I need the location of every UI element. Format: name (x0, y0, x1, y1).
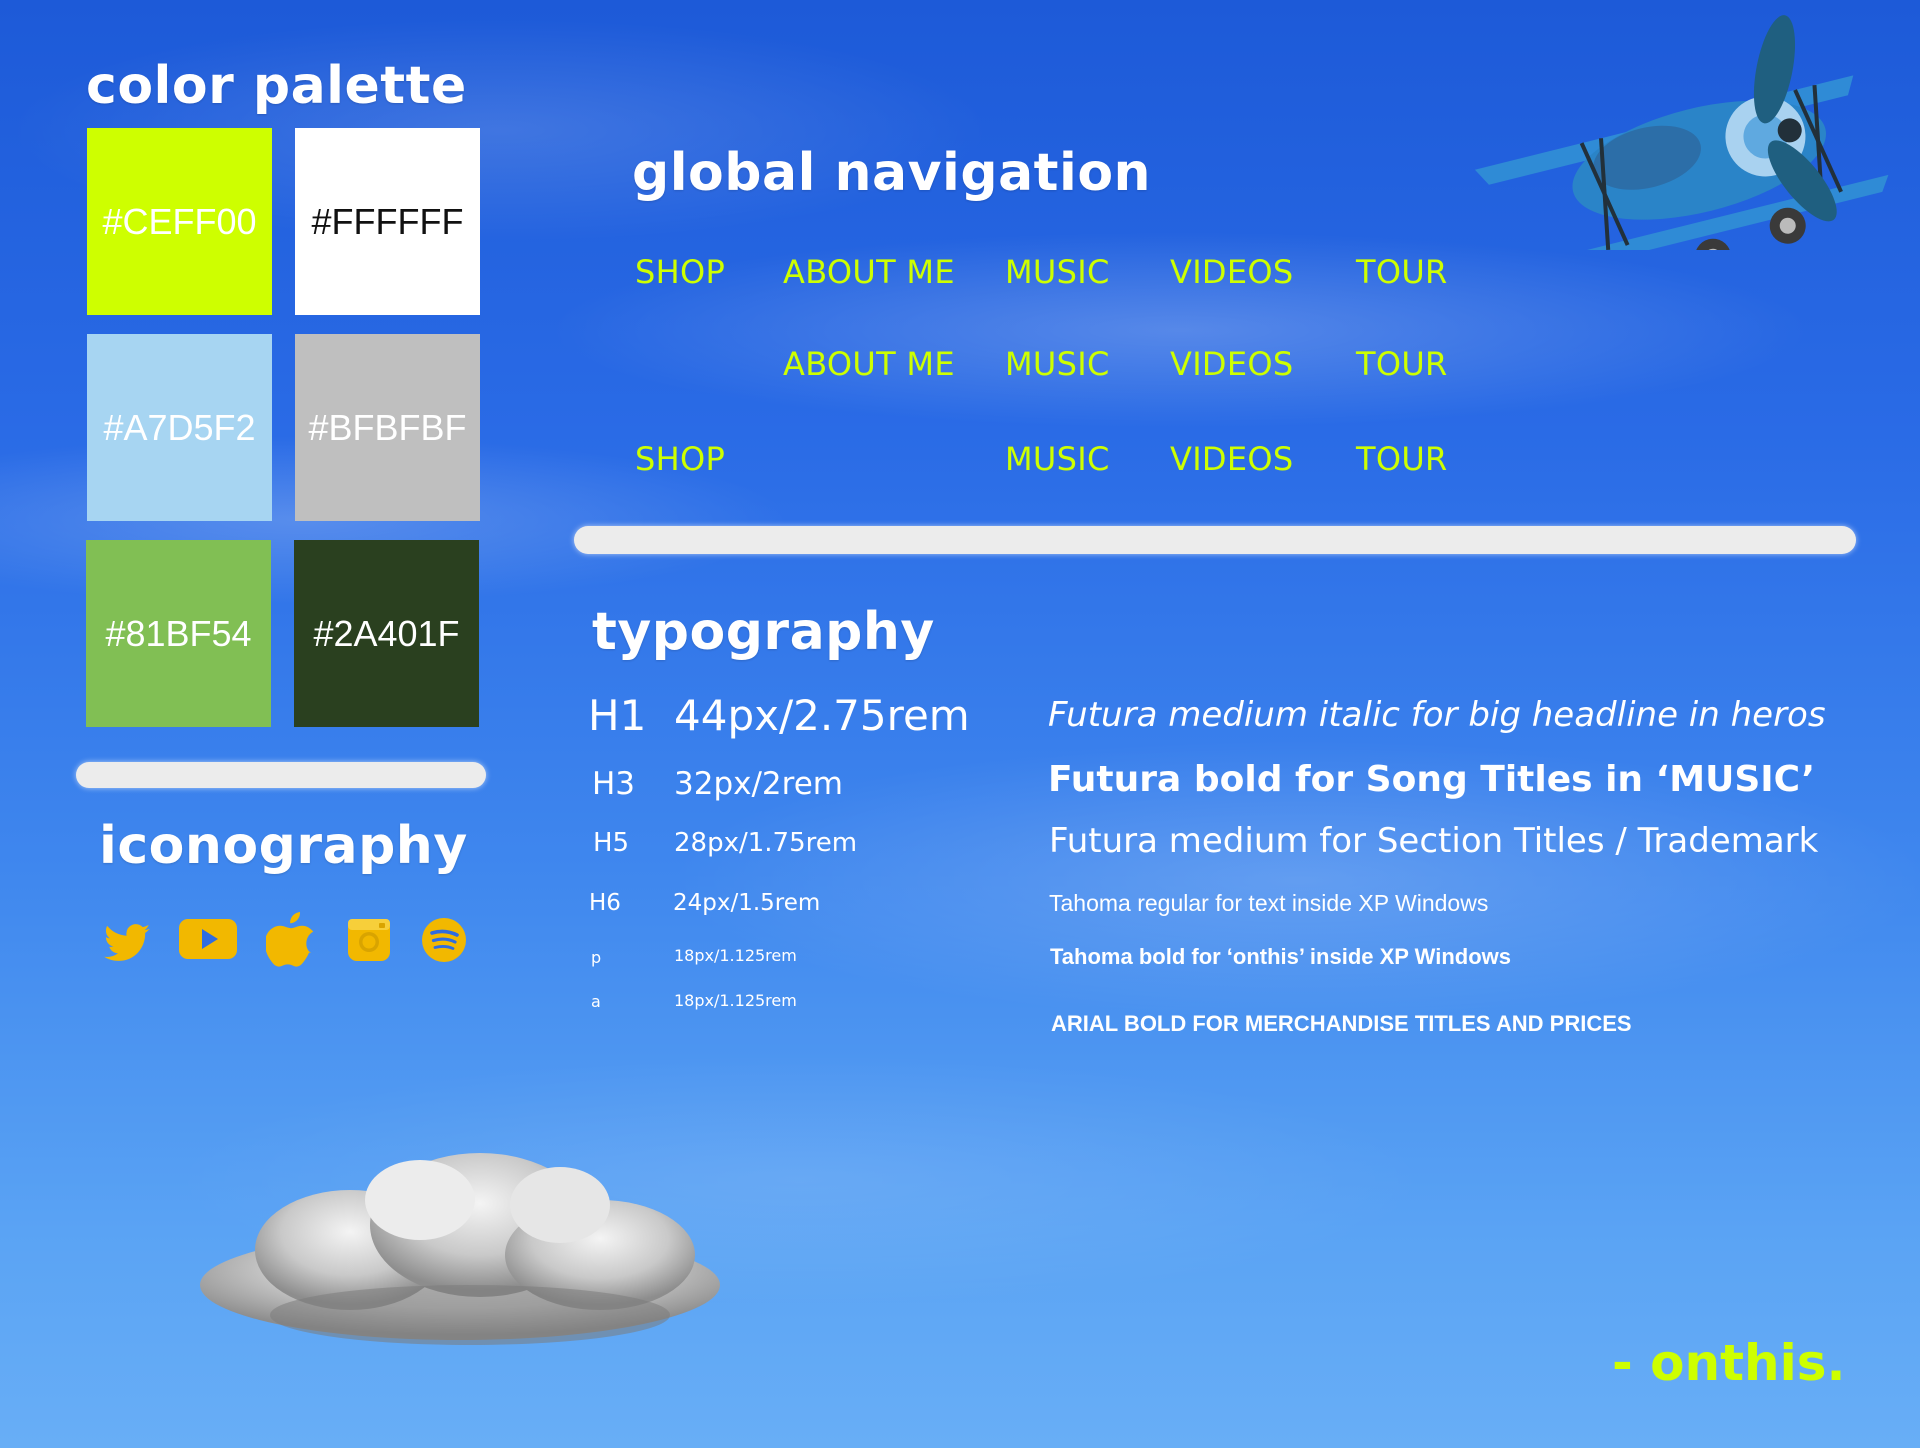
youtube-icon[interactable] (178, 916, 238, 962)
nav-about-me[interactable]: ABOUT ME (783, 348, 955, 380)
nav-music[interactable]: MUSIC (1005, 348, 1110, 380)
nav-music[interactable]: MUSIC (1005, 443, 1110, 475)
type-size-h6: 24px/1.5rem (673, 890, 821, 916)
cloud-illustration (180, 1140, 740, 1370)
type-size-h1: 44px/2.75rem (674, 691, 970, 740)
type-tag-h1: H1 (588, 691, 647, 740)
type-tag-p: p (591, 948, 602, 967)
nav-music[interactable]: MUSIC (1005, 256, 1110, 288)
swatch-label: #BFBFBF (308, 406, 467, 448)
palette-title: color palette (86, 56, 467, 116)
apple-icon[interactable] (264, 912, 316, 968)
nav-tour[interactable]: TOUR (1356, 443, 1448, 475)
navigation-title: global navigation (632, 143, 1152, 203)
swatch-bfbfbf: #BFBFBF (295, 334, 480, 521)
nav-videos[interactable]: VIDEOS (1170, 256, 1294, 288)
divider-left (76, 762, 486, 788)
spotify-icon[interactable] (421, 917, 467, 963)
signature: - onthis. (1612, 1334, 1846, 1392)
type-desc-h5: Futura medium for Section Titles / Trade… (1049, 821, 1819, 861)
type-desc-h6: Tahoma regular for text inside XP Window… (1049, 890, 1489, 916)
swatch-label: #2A401F (313, 612, 460, 654)
nav-tour[interactable]: TOUR (1356, 256, 1448, 288)
biplane-illustration (1430, 0, 1920, 279)
divider-main (574, 526, 1856, 554)
nav-tour[interactable]: TOUR (1356, 348, 1448, 380)
type-desc-p: Tahoma bold for ‘onthis’ inside XP Windo… (1050, 944, 1512, 969)
swatch-label: #81BF54 (105, 612, 252, 654)
nav-shop[interactable]: SHOP (635, 443, 725, 475)
swatch-ceff00: #CEFF00 (87, 128, 272, 315)
type-size-p: 18px/1.125rem (674, 946, 797, 965)
nav-shop[interactable]: SHOP (635, 256, 725, 288)
nav-videos[interactable]: VIDEOS (1170, 348, 1294, 380)
type-size-h3: 32px/2rem (674, 766, 843, 802)
type-size-h5: 28px/1.75rem (674, 828, 858, 858)
typography-title: typography (592, 602, 935, 662)
instagram-icon[interactable] (347, 918, 391, 962)
nav-videos[interactable]: VIDEOS (1170, 443, 1294, 475)
type-tag-a: a (591, 992, 601, 1011)
type-desc-h3: Futura bold for Song Titles in ‘MUSIC’ (1048, 759, 1816, 800)
swatch-label: #FFFFFF (311, 200, 464, 242)
swatch-ffffff: #FFFFFF (295, 128, 480, 315)
type-tag-h3: H3 (592, 766, 636, 802)
type-desc-a: ARIAL BOLD FOR MERCHANDISE TITLES AND PR… (1051, 1011, 1632, 1036)
type-tag-h5: H5 (593, 828, 630, 858)
swatch-a7d5f2: #A7D5F2 (87, 334, 272, 521)
nav-about-me[interactable]: ABOUT ME (783, 256, 955, 288)
swatch-label: #A7D5F2 (103, 406, 256, 448)
twitter-icon[interactable] (102, 918, 152, 968)
type-size-a: 18px/1.125rem (674, 991, 797, 1010)
swatch-label: #CEFF00 (102, 200, 257, 242)
type-desc-h1: Futura medium italic for big headline in… (1048, 695, 1826, 735)
swatch-2a401f: #2A401F (294, 540, 479, 727)
type-tag-h6: H6 (589, 890, 621, 916)
swatch-81bf54: #81BF54 (86, 540, 271, 727)
iconography-title: iconography (99, 816, 468, 876)
